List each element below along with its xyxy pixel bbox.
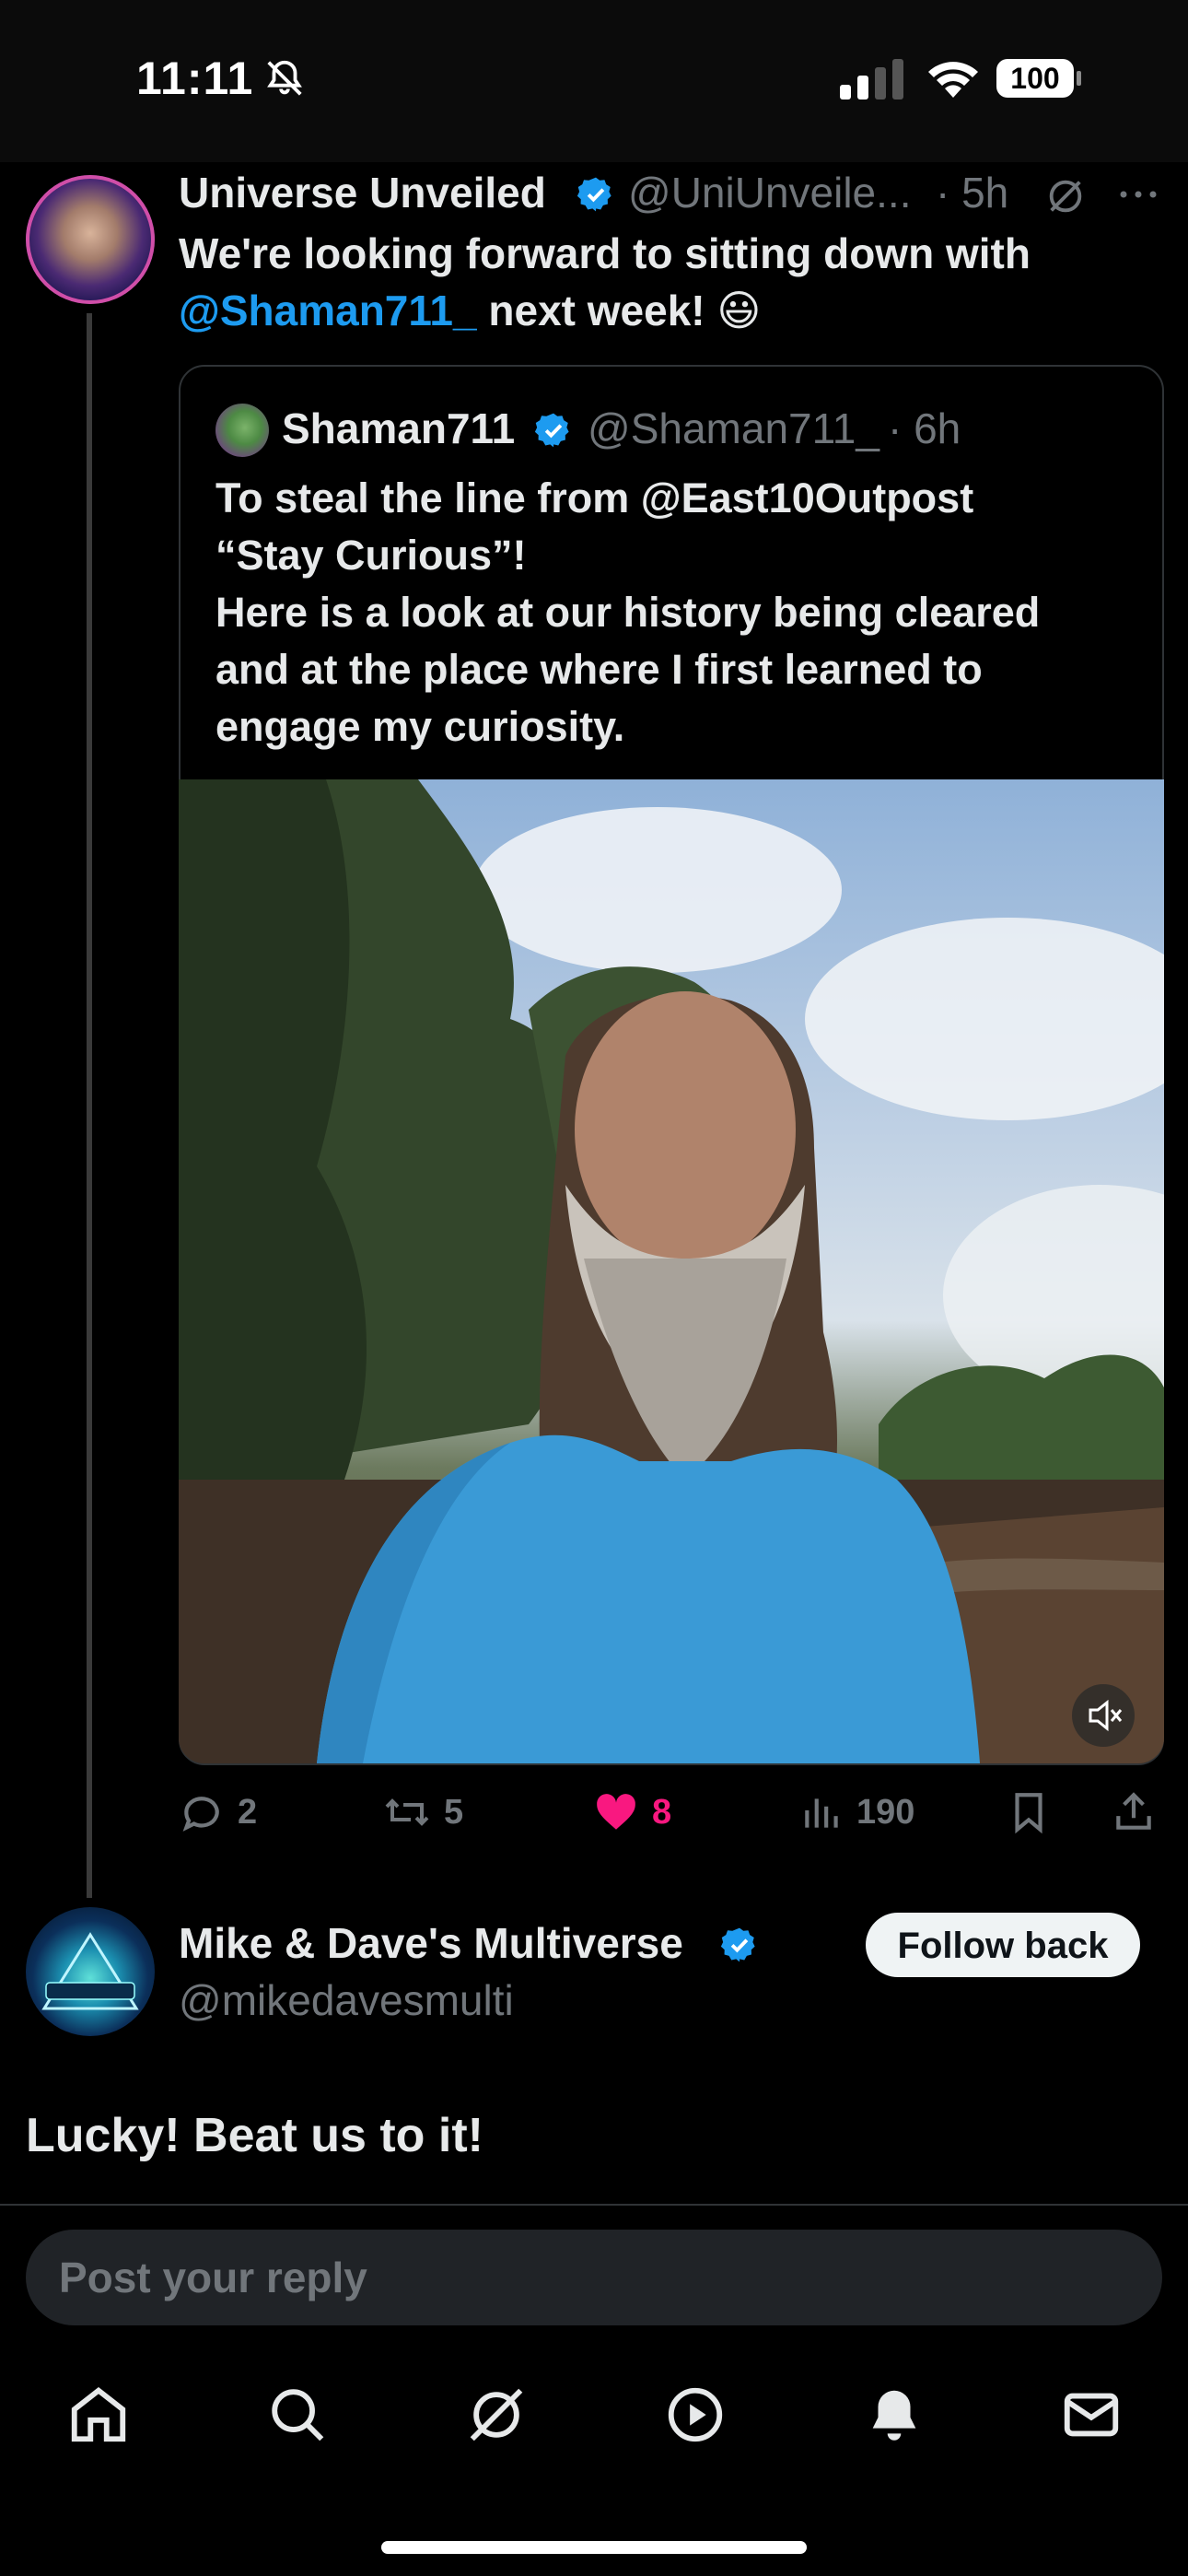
notifications-icon[interactable] — [862, 2383, 926, 2447]
messages-icon[interactable] — [1059, 2383, 1124, 2447]
mention-link[interactable]: @Shaman711_ — [179, 287, 477, 334]
quoted-text-line: To steal the line from @East10Outpost — [215, 474, 974, 521]
tweet-text-line: We're looking forward to sitting down wi… — [179, 229, 1031, 277]
reply-input[interactable]: Post your reply — [26, 2230, 1162, 2325]
grok-icon[interactable] — [1044, 175, 1087, 217]
quoted-text-line: Here is a look at our history being clea… — [215, 589, 1041, 636]
like-count: 8 — [652, 1793, 672, 1832]
avatar[interactable] — [26, 175, 155, 304]
speaker-muted-icon — [1089, 1699, 1123, 1732]
like-button[interactable]: 8 — [593, 1789, 704, 1839]
repost-icon — [385, 1798, 429, 1826]
home-icon[interactable] — [66, 2383, 131, 2447]
wifi-icon — [928, 62, 978, 98]
repost-button[interactable]: 5 — [381, 1789, 492, 1839]
quoted-text-line: engage my curiosity. — [215, 703, 625, 750]
cellular-signal-icon — [840, 59, 903, 100]
more-options-icon[interactable] — [1118, 181, 1159, 208]
views-button[interactable]: 190 — [799, 1789, 928, 1839]
bell-off-icon — [267, 60, 302, 96]
quoted-avatar[interactable] — [215, 404, 269, 457]
battery-indicator: 100 — [995, 57, 1083, 100]
author-name[interactable]: Universe Unveiled — [179, 168, 546, 217]
analytics-icon — [805, 1798, 838, 1828]
quoted-author-handle[interactable]: @Shaman711_ — [588, 404, 879, 453]
tweet-text: We're looking forward to sitting down wi… — [179, 225, 1155, 339]
reply-count: 2 — [238, 1793, 258, 1832]
post-time: · 5h — [936, 169, 1009, 217]
view-count: 190 — [856, 1793, 915, 1832]
quoted-text-line: and at the place where I first learned t… — [215, 646, 983, 693]
reply-button[interactable]: 2 — [179, 1789, 289, 1839]
follow-back-button[interactable]: Follow back — [866, 1913, 1140, 1977]
video-player[interactable] — [179, 779, 1164, 1763]
quoted-text-line: “Stay Curious”! — [215, 532, 527, 579]
reply-author-name[interactable]: Mike & Dave's Multiverse — [179, 1918, 683, 1968]
quoted-post-time: · 6h — [888, 404, 961, 452]
divider — [0, 2204, 1188, 2206]
reply-author-handle[interactable]: @mikedavesmulti — [179, 1975, 514, 2025]
verified-badge-icon — [720, 1927, 755, 1962]
tweet-text-line: @Shaman711_ next week! 😃 — [179, 282, 1155, 339]
video-frame — [179, 779, 1164, 1763]
verified-badge-icon — [577, 177, 611, 212]
share-icon[interactable] — [1111, 1789, 1157, 1835]
battery-percent: 100 — [1010, 62, 1060, 95]
search-icon[interactable] — [265, 2383, 330, 2447]
multiverse-logo — [41, 1932, 139, 2010]
reply-avatar[interactable] — [26, 1907, 155, 2036]
bookmark-icon[interactable] — [1006, 1789, 1052, 1835]
author-handle[interactable]: @UniUnveile... — [628, 168, 911, 217]
repost-count: 5 — [444, 1793, 464, 1832]
reply-text: Lucky! Beat us to it! — [26, 2109, 483, 2162]
quoted-tweet-text: To steal the line from @East10Outpost “S… — [215, 470, 1136, 755]
verified-badge-icon — [534, 413, 569, 448]
status-time: 11:11 — [136, 53, 254, 104]
mute-toggle-button[interactable] — [1072, 1684, 1135, 1747]
home-indicator — [381, 2541, 807, 2554]
thread-line — [87, 313, 92, 1898]
quoted-author-name[interactable]: Shaman711 — [282, 404, 515, 453]
tweet-text-tail: next week! 😃 — [476, 287, 762, 334]
video-tab-icon[interactable] — [663, 2383, 728, 2447]
grok-icon[interactable] — [464, 2383, 529, 2447]
reply-icon — [182, 1797, 219, 1832]
heart-filled-icon — [597, 1794, 635, 1830]
